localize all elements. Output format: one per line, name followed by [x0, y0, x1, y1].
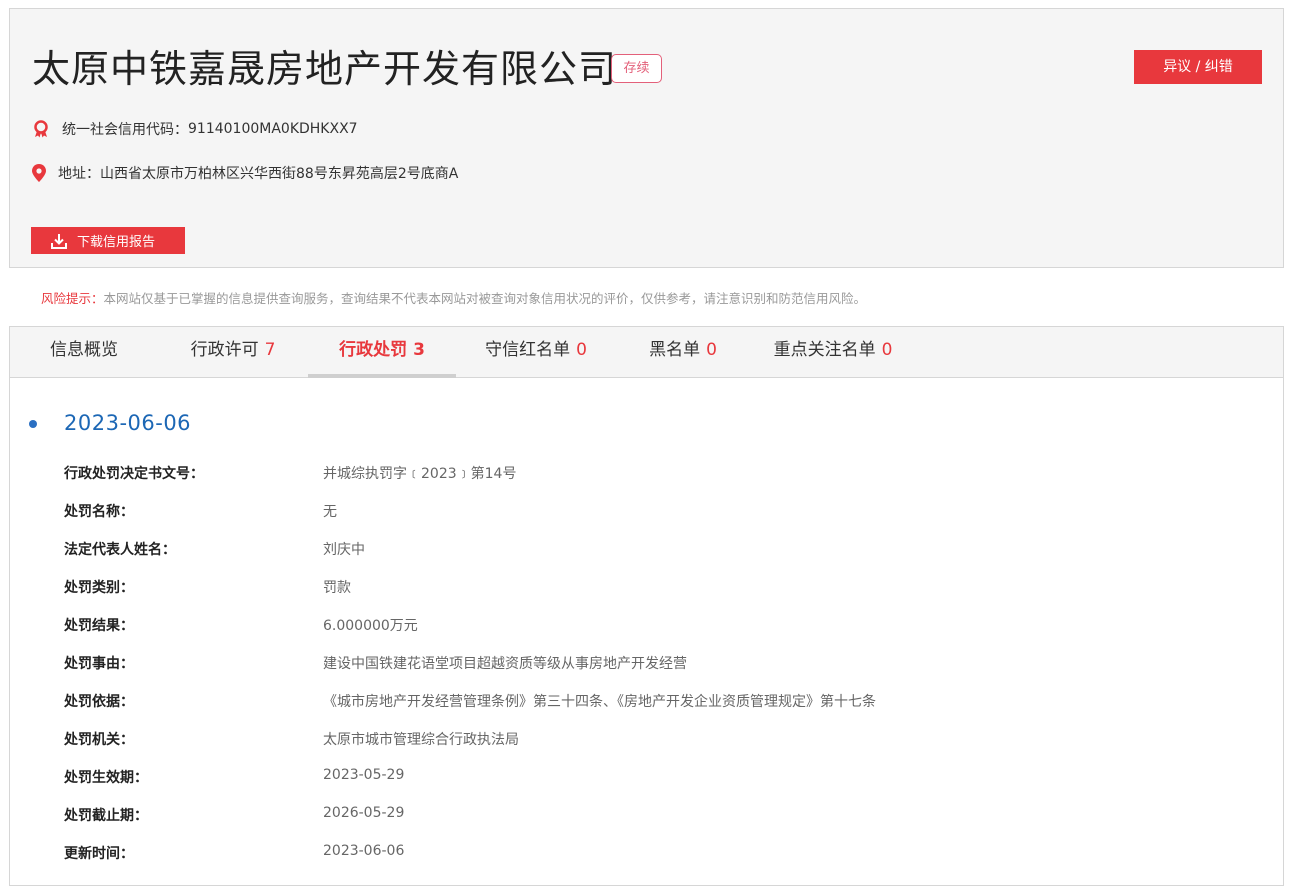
address-value: 山西省太原市万柏林区兴华西街88号东昇苑高层2号底商A: [100, 166, 459, 182]
tab-count: 3: [413, 340, 425, 360]
timeline-dot: [29, 420, 37, 428]
tab-redlist[interactable]: 守信红名单 0: [456, 327, 616, 378]
company-name: 太原中铁嘉晟房地产开发有限公司: [32, 47, 618, 91]
field-value: 太原市城市管理综合行政执法局: [323, 732, 519, 748]
tab-watchlist[interactable]: 重点关注名单 0: [750, 327, 916, 378]
record-date: 2023-06-06: [64, 411, 192, 435]
tab-label: 行政处罚: [339, 340, 408, 360]
field-value: 无: [323, 504, 337, 520]
field-value: 罚款: [323, 580, 351, 596]
field-value: 刘庆中: [323, 542, 365, 558]
field-value: 建设中国铁建花语堂项目超越资质等级从事房地产开发经营: [323, 656, 687, 672]
field-value: 2023-05-29: [323, 767, 405, 783]
tab-count: 0: [706, 340, 717, 360]
status-badge: 存续: [611, 54, 662, 83]
credit-code-line: 统一社会信用代码： 91140100MA0KDHKXX7: [32, 119, 358, 139]
address-line: 地址： 山西省太原市万柏林区兴华西街88号东昇苑高层2号底商A: [32, 163, 458, 183]
risk-label: 风险提示：: [41, 291, 104, 306]
field-label: 处罚机关：: [64, 732, 134, 748]
field-label: 法定代表人姓名：: [64, 542, 176, 558]
field-label: 处罚事由：: [64, 656, 134, 672]
ribbon-badge-icon: [32, 120, 50, 138]
tab-label: 黑名单: [649, 340, 701, 360]
credit-code-value: 91140100MA0KDHKXX7: [188, 121, 358, 137]
tab-overview[interactable]: 信息概览: [10, 327, 158, 378]
content-panel: 信息概览 行政许可 7 行政处罚 3 守信红名单 0 黑名单 0 重点关注名单 0 202…: [9, 326, 1284, 886]
field-value: 2023-06-06: [323, 843, 405, 859]
tab-admin-penalty[interactable]: 行政处罚 3: [308, 327, 456, 378]
dispute-button[interactable]: 异议 / 纠错: [1134, 50, 1262, 84]
field-label: 处罚依据：: [64, 694, 134, 710]
field-value: 2026-05-29: [323, 805, 405, 821]
field-label: 行政处罚决定书文号：: [64, 466, 204, 482]
tab-label: 信息概览: [50, 340, 118, 360]
field-label: 更新时间：: [64, 846, 134, 862]
credit-code-label: 统一社会信用代码：: [62, 122, 188, 138]
address-label: 地址：: [58, 166, 100, 182]
tab-label: 守信红名单: [485, 340, 571, 360]
field-label: 处罚类别：: [64, 580, 134, 596]
tab-label: 行政许可: [190, 340, 259, 360]
location-pin-icon: [32, 164, 50, 182]
tab-count: 0: [576, 340, 587, 360]
download-report-label: 下载信用报告: [77, 235, 156, 250]
field-value: 《城市房地产开发经营管理条例》第三十四条、《房地产开发企业资质管理规定》第十七条: [323, 694, 876, 710]
field-label: 处罚名称：: [64, 504, 134, 520]
field-value: 并城综执罚字﹝2023﹞第14号: [323, 466, 517, 482]
tab-label: 重点关注名单: [773, 340, 876, 360]
field-label: 处罚生效期：: [64, 770, 148, 786]
company-header: 太原中铁嘉晟房地产开发有限公司 存续 异议 / 纠错 统一社会信用代码： 911…: [9, 8, 1284, 268]
tab-count: 0: [881, 340, 893, 360]
risk-notice: 风险提示：本网站仅基于已掌握的信息提供查询服务，查询结果不代表本网站对被查询对象…: [41, 288, 866, 307]
risk-text: 本网站仅基于已掌握的信息提供查询服务，查询结果不代表本网站对被查询对象信用状况的…: [103, 291, 867, 306]
field-label: 处罚结果：: [64, 618, 134, 634]
field-value: 6.000000万元: [323, 618, 418, 634]
tab-blacklist[interactable]: 黑名单 0: [616, 327, 750, 378]
tab-count: 7: [264, 340, 276, 360]
tab-admin-license[interactable]: 行政许可 7: [158, 327, 308, 378]
field-label: 处罚截止期：: [64, 808, 148, 824]
download-report-button[interactable]: 下载信用报告: [31, 227, 185, 254]
download-icon: [51, 233, 67, 249]
tab-bar: 信息概览 行政许可 7 行政处罚 3 守信红名单 0 黑名单 0 重点关注名单 0: [10, 327, 1283, 378]
